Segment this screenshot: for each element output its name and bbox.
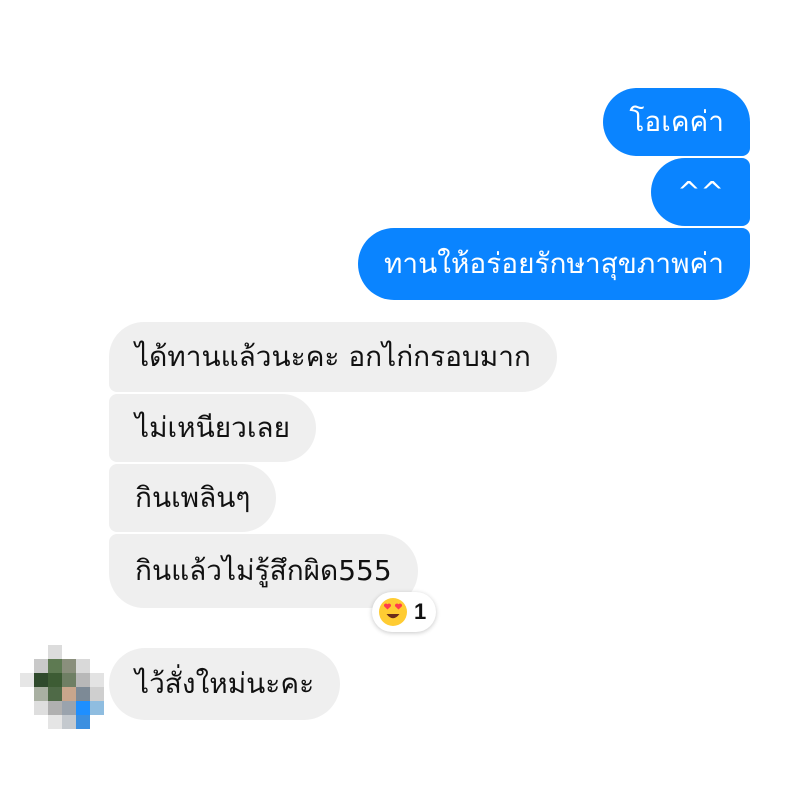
chat-thread: โอเคค่า ^^ ทานให้อร่อยรักษาสุขภาพค่า ได้… <box>0 0 800 800</box>
message-text: กินแล้วไม่รู้สึกผิด555 <box>135 554 392 587</box>
message-reaction[interactable]: 1 <box>372 592 437 632</box>
message-text: กินเพลินๆ <box>135 481 251 514</box>
message-text: ได้ทานแล้วนะคะ อกไก่กรอบมาก <box>135 340 531 373</box>
outgoing-message[interactable]: ^^ <box>651 158 750 226</box>
pixelated-avatar-icon[interactable] <box>20 645 104 729</box>
message-text: ^^ <box>677 175 724 208</box>
incoming-message[interactable]: ได้ทานแล้วนะคะ อกไก่กรอบมาก <box>109 322 557 392</box>
incoming-message[interactable]: ไม่เหนียวเลย <box>109 394 316 462</box>
message-text: ไว้สั่งใหม่นะคะ <box>135 667 315 700</box>
incoming-message[interactable]: ไว้สั่งใหม่นะคะ <box>109 648 341 720</box>
incoming-message[interactable]: กินแล้วไม่รู้สึกผิด555 <box>109 534 418 608</box>
outgoing-message[interactable]: ทานให้อร่อยรักษาสุขภาพค่า <box>357 228 750 300</box>
outgoing-message[interactable]: โอเคค่า <box>603 88 750 156</box>
reaction-count: 1 <box>414 599 427 624</box>
incoming-message[interactable]: กินเพลินๆ <box>109 464 277 532</box>
message-text: โอเคค่า <box>629 105 724 138</box>
heart-eyes-emoji-icon <box>379 598 407 626</box>
message-text: ไม่เหนียวเลย <box>135 411 290 444</box>
message-text: ทานให้อร่อยรักษาสุขภาพค่า <box>383 247 724 280</box>
